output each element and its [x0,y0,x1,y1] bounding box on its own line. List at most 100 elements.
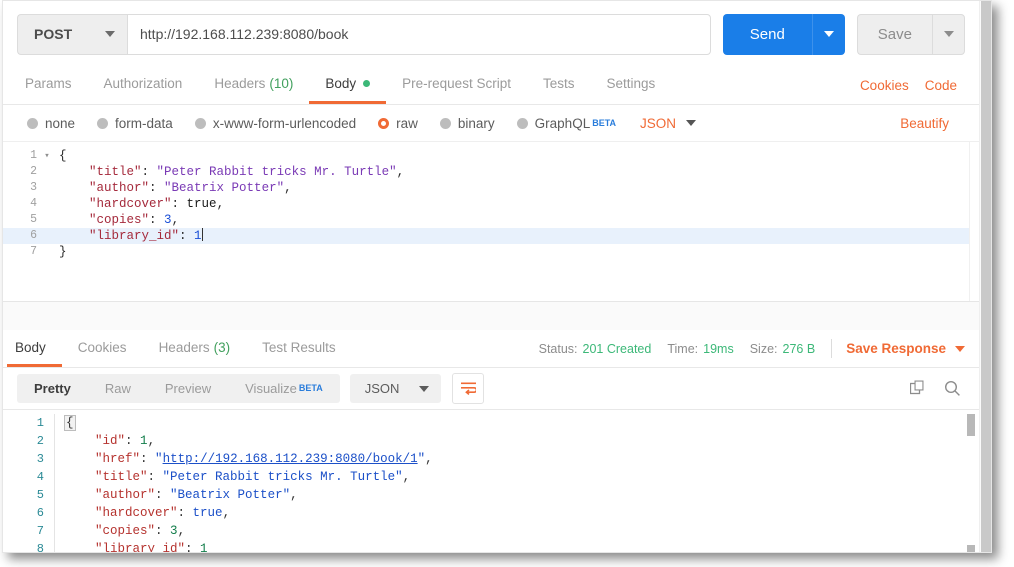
view-mode-pretty[interactable]: Pretty [17,374,88,403]
save-options-button[interactable] [932,13,965,55]
code-text: "hardcover": true, [53,196,224,212]
code-text: { [53,148,67,164]
cookies-link[interactable]: Cookies [852,66,917,104]
response-tab-test-results[interactable]: Test Results [246,330,352,367]
code-line: 6 "library_id": 1 [3,228,979,244]
body-type-graphql[interactable]: GraphQL BETA [516,115,616,131]
request-url-input[interactable] [127,13,711,55]
code-text: "id": 1, [55,432,155,450]
text-cursor [201,228,203,241]
line-number: 7 [30,245,37,258]
tab-body[interactable]: Body [309,66,387,104]
size-value: 276 B [782,341,816,356]
token: "title" [89,165,142,179]
save-response-label: Save Response [846,341,946,356]
send-button[interactable]: Send [722,13,812,55]
body-type-binary[interactable]: binary [439,116,495,131]
tab-authorization[interactable]: Authorization [88,66,199,104]
body-type-x-www-form-urlencoded[interactable]: x-www-form-urlencoded [194,116,356,131]
token: "Peter Rabbit tricks Mr. Turtle" [156,165,397,179]
code-text: "title": "Peter Rabbit tricks Mr. Turtle… [55,468,410,486]
response-scrollbar[interactable] [967,414,975,552]
token: "copies" [89,213,150,227]
token: , [402,470,411,484]
tab-tests[interactable]: Tests [527,66,591,104]
save-button-group: Save [856,13,965,55]
request-code-lines: 1 ▾ {2 "title": "Peter Rabbit tricks Mr. T… [3,142,979,260]
line-number: 2 [3,432,55,450]
app-content: POST Send Save Params [3,1,979,552]
fold-toggle-icon[interactable]: ▾ [41,148,53,164]
code-line: 5 "copies": 3, [3,212,979,228]
body-type-raw[interactable]: raw [378,116,418,131]
token: : [185,542,201,552]
wrap-lines-button[interactable] [452,373,485,404]
save-response-button[interactable]: Save Response [846,330,965,367]
token: : [125,434,141,448]
body-type-none[interactable]: none [27,116,75,131]
token: } [59,245,67,259]
code-line: 6 "hardcover": true, [3,504,979,522]
body-modified-dot-icon [363,80,371,87]
tab-label: Params [25,76,72,91]
token: , [177,524,186,538]
token: "Beatrix Potter" [164,181,285,195]
tab-label: Headers [158,339,210,355]
tab-params[interactable]: Params [17,66,88,104]
response-tab-spacer [352,330,539,367]
token: , [147,434,156,448]
copy-to-clipboard-button[interactable] [905,376,931,402]
view-mode-visualize[interactable]: Visualize BETA [228,374,340,403]
body-language-select[interactable]: JSON [640,116,697,131]
view-mode-label: Preview [164,381,212,396]
code-line: 7} [3,244,979,260]
token: "id" [95,434,126,448]
chevron-down-icon [686,120,697,126]
tab-label: Headers [214,76,266,91]
tab-pre-request-script[interactable]: Pre-request Script [386,66,527,104]
request-tab-bar: Params Authorization Headers (10) Body P… [3,66,979,105]
request-body-editor[interactable]: 1 ▾ {2 "title": "Peter Rabbit tricks Mr. T… [3,141,979,301]
token: , [396,165,405,179]
body-type-form-data[interactable]: form-data [97,116,173,131]
save-button[interactable]: Save [856,13,932,55]
token: : [177,506,193,520]
http-method-select[interactable]: POST [17,13,127,55]
response-format-select[interactable]: JSON [349,374,442,403]
token: 1 [140,434,148,448]
token: : [140,452,156,466]
view-mode-preview[interactable]: Preview [148,374,228,403]
request-editor-scrollbar[interactable] [969,142,979,301]
token: { [64,415,76,431]
response-view-toolbar: Pretty Raw Preview Visualize BETA JSON [3,368,979,409]
search-response-button[interactable] [939,376,965,402]
page-scrollbar-thumb[interactable] [981,1,991,552]
page-scrollbar[interactable] [979,1,991,552]
beautify-link[interactable]: Beautify [892,116,957,131]
scrollbar-thumb-bottom[interactable] [967,545,975,552]
postman-window: POST Send Save Params [2,0,992,553]
token: "author" [95,488,156,502]
response-tab-headers[interactable]: Headers (3) [143,330,247,367]
line-number: 3 [3,450,55,468]
body-type-selector: none form-data x-www-form-urlencoded raw… [3,105,979,141]
response-body-viewer[interactable]: 1 {2 "id": 1, 3 "href": "http://192.168.11… [3,409,979,552]
response-tab-cookies[interactable]: Cookies [62,330,143,367]
line-number: 8 [3,540,55,552]
tab-settings[interactable]: Settings [590,66,671,104]
token: { [59,149,67,163]
tab-headers[interactable]: Headers (10) [198,66,309,104]
send-options-button[interactable] [811,13,845,55]
code-link[interactable]: Code [917,66,965,104]
code-text: "href": "http://192.168.112.239:8080/boo… [55,450,433,468]
view-mode-raw[interactable]: Raw [88,374,148,403]
response-tab-body[interactable]: Body [7,330,62,367]
token: : [147,470,163,484]
radio-label: GraphQL [534,115,591,131]
scrollbar-thumb-top[interactable] [967,414,975,436]
token: : [149,181,165,195]
status-value: 201 Created [582,341,652,356]
radio-icon [194,117,206,129]
